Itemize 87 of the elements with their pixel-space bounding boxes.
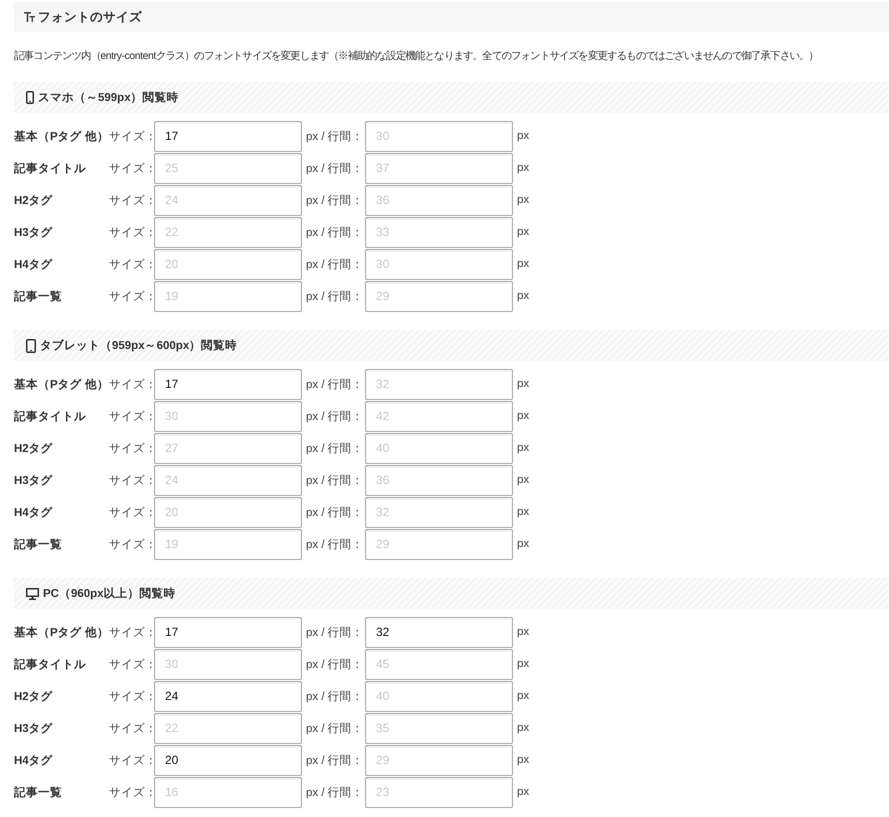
line-height-label: px / 行間： [305, 162, 364, 176]
unit-label: px [516, 162, 530, 174]
unit-label: px [516, 690, 530, 702]
row-label: H4タグ [14, 258, 53, 272]
row-label: H4タグ [14, 754, 53, 768]
row-label: H3タグ [14, 722, 53, 736]
line-height-label: px / 行間： [305, 786, 364, 800]
row-label: 記事タイトル [14, 161, 86, 176]
size-input[interactable]: 17 [154, 616, 302, 648]
line-height-label: px / 行間： [305, 258, 364, 272]
line-height-label: px / 行間： [305, 194, 364, 208]
row-label: H2タグ [14, 194, 53, 208]
size-label: サイズ： [109, 474, 157, 488]
size-label: サイズ： [109, 130, 157, 144]
desktop-monitor-icon [26, 588, 39, 600]
unit-label: px [516, 130, 530, 142]
smartphone-icon [26, 91, 34, 104]
row-label: H2タグ [14, 442, 53, 456]
section-heading: タブレット（959px～600px）閲覧時 [40, 338, 238, 353]
unit-label: px [516, 722, 530, 734]
row-label: 記事タイトル [14, 409, 86, 424]
size-label: サイズ： [109, 410, 157, 424]
line-height-label: px / 行間： [305, 290, 364, 304]
line-height-label: px / 行間： [305, 378, 364, 392]
line-height-label: px / 行間： [305, 658, 364, 672]
unit-label: px [516, 786, 530, 798]
unit-label: px [516, 290, 530, 302]
unit-label: px [516, 226, 530, 238]
size-input[interactable]: 24 [154, 680, 302, 712]
row-label: 記事一覧 [14, 289, 62, 304]
size-label: サイズ： [109, 226, 157, 240]
text-size-icon [24, 12, 35, 22]
size-label: サイズ： [109, 194, 157, 208]
size-label: サイズ： [109, 658, 157, 672]
size-label: サイズ： [109, 690, 157, 704]
row-label: H4タグ [14, 506, 53, 520]
size-input[interactable]: 17 [154, 368, 302, 400]
unit-label: px [516, 658, 530, 670]
size-input[interactable]: 20 [154, 744, 302, 776]
line-height-label: px / 行間： [305, 474, 364, 488]
section-heading: スマホ（～599px）閲覧時 [38, 90, 179, 105]
size-label: サイズ： [109, 538, 157, 552]
size-label: サイズ： [109, 162, 157, 176]
tablet-icon [26, 338, 36, 352]
unit-label: px [516, 754, 530, 766]
size-label: サイズ： [109, 378, 157, 392]
size-label: サイズ： [109, 442, 157, 456]
row-label: 基本（Pタグ 他） [14, 377, 109, 392]
line-height-label: px / 行間： [305, 754, 364, 768]
unit-label: px [516, 474, 530, 486]
row-label: 記事タイトル [14, 657, 86, 672]
line-height-label: px / 行間： [305, 130, 364, 144]
unit-label: px [516, 258, 530, 270]
size-label: サイズ： [109, 786, 157, 800]
line-height-label: px / 行間： [305, 722, 364, 736]
unit-label: px [516, 626, 530, 638]
size-label: サイズ： [109, 722, 157, 736]
row-label: H2タグ [14, 690, 53, 704]
line-height-label: px / 行間： [305, 226, 364, 240]
unit-label: px [516, 442, 530, 454]
row-label: 基本（Pタグ 他） [14, 625, 109, 640]
row-label: 基本（Pタグ 他） [14, 129, 109, 144]
size-label: サイズ： [109, 506, 157, 520]
row-label: H3タグ [14, 226, 53, 240]
line-height-label: px / 行間： [305, 690, 364, 704]
description-text: 記事コンテンツ内（entry-contentクラス）のフォントサイズを変更します（※補助的な設定機能となります。全てのフォントサイズを変更するものではございませんので御了承下さい。） [14, 50, 818, 64]
size-input[interactable]: 17 [154, 120, 302, 152]
line-height-input[interactable]: 32 [365, 616, 513, 648]
unit-label: px [516, 410, 530, 422]
line-height-label: px / 行間： [305, 538, 364, 552]
line-height-label: px / 行間： [305, 626, 364, 640]
size-label: サイズ： [109, 290, 157, 304]
line-height-label: px / 行間： [305, 410, 364, 424]
section-heading: PC（960px以上）閲覧時 [43, 586, 176, 601]
row-label: 記事一覧 [14, 785, 62, 800]
title-text: フォントのサイズ [38, 8, 142, 26]
size-label: サイズ： [109, 626, 157, 640]
unit-label: px [516, 506, 530, 518]
unit-label: px [516, 194, 530, 206]
unit-label: px [516, 538, 530, 550]
line-height-label: px / 行間： [305, 506, 364, 520]
unit-label: px [516, 378, 530, 390]
row-label: H3タグ [14, 474, 53, 488]
size-label: サイズ： [109, 754, 157, 768]
line-height-label: px / 行間： [305, 442, 364, 456]
row-label: 記事一覧 [14, 537, 62, 552]
size-label: サイズ： [109, 258, 157, 272]
